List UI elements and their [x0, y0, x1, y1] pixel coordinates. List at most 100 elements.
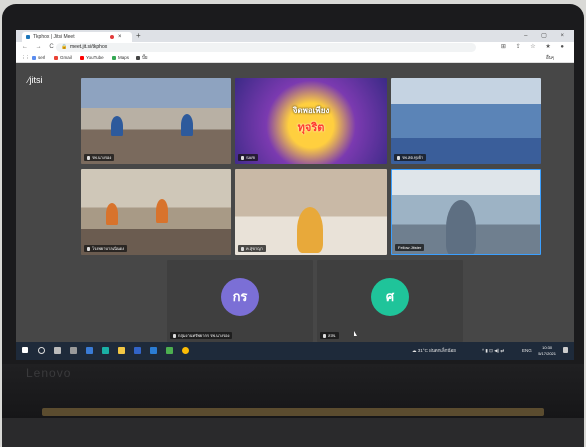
participant-label: รพ.สต.ทุ่งจ้า	[402, 155, 424, 160]
participant-label: รพ.นางรอง	[92, 155, 112, 160]
new-tab-button[interactable]: +	[136, 30, 141, 42]
youtube-icon	[80, 55, 84, 60]
participant-name: รพ.นางรอง	[84, 154, 115, 161]
language-indicator[interactable]: ENG	[522, 342, 532, 360]
video-tile[interactable]: รพ.นางรอง	[81, 78, 231, 164]
weather-widget[interactable]: ☁ 31°C ฝนตกเล็กน้อย	[412, 342, 456, 360]
jitsi-meeting-area: ⁄jitsi รพ.นางรอง จิตพอเพียง ทุจริต SARI …	[16, 63, 574, 342]
tab-close-icon[interactable]: ×	[118, 32, 122, 42]
apps-grid-icon[interactable]: ⋮⋮	[21, 53, 30, 62]
participant-name: ค.สุขาญา	[238, 245, 266, 252]
gmail-icon	[54, 55, 58, 60]
participant-label: ค.สุขาญา	[246, 246, 263, 251]
weather-text: 31°C ฝนตกเล็กน้อย	[417, 348, 456, 353]
logo-text: jitsi	[29, 75, 43, 85]
participant-avatar: ศ	[371, 278, 409, 316]
tab-title: Tkphox | Jitsi Meet	[33, 34, 75, 40]
participant-label: กลุ่มงานทรัพยากร รพ.นางรอง	[178, 333, 230, 338]
lock-icon: 🔒	[61, 44, 68, 50]
video-tile[interactable]: ค.สุขาญา	[235, 169, 387, 255]
video-tile[interactable]: รพ.สต.ทุ่งจ้า	[391, 78, 541, 164]
clock-date: 5/17/2021	[538, 351, 556, 356]
participant-name: กลุ่มงานทรัพยากร รพ.นางรอง	[170, 332, 233, 339]
participant-figure	[156, 199, 168, 223]
mail-icon[interactable]	[150, 347, 157, 354]
windows-taskbar: ☁ 31°C ฝนตกเล็กน้อย ^ ▮ ⊡ ◀) ⇄ ENG 10:30…	[16, 342, 574, 360]
widgets-icon[interactable]	[70, 347, 77, 354]
laptop-frame: Tkphox | Jitsi Meet × + – ▢ × ← → C 🔒 me…	[2, 4, 584, 447]
recording-dot-icon	[110, 35, 114, 39]
jitsi-favicon-icon	[26, 35, 30, 39]
bookmark-item[interactable]: serl	[32, 53, 45, 62]
participant-label: สสจ.	[328, 333, 337, 338]
extension-icons[interactable]: ⊞ ⇪ ☆ ★ ●	[501, 42, 568, 53]
participant-label: Fellow Jitster	[398, 245, 422, 250]
mic-icon	[241, 155, 244, 160]
laptop-hinge	[42, 408, 544, 416]
participant-label: SARI	[246, 155, 256, 160]
bookmark-label: YouTube	[86, 55, 104, 60]
mouse-cursor-icon	[354, 331, 357, 336]
chrome-icon[interactable]	[182, 347, 189, 354]
participant-name: Fellow Jitster	[395, 244, 425, 251]
bookmarks-bar: ⋮⋮ serl Gmail YouTube Maps ปั๊ย อื่นๆ	[16, 53, 574, 63]
mic-icon	[397, 155, 400, 160]
globe-icon	[136, 55, 140, 60]
participant-figure	[297, 207, 323, 253]
bookmark-icon	[32, 55, 36, 60]
windows-start-icon[interactable]	[22, 347, 28, 353]
mic-icon	[323, 333, 326, 338]
poster-title: จิตพอเพียง	[292, 106, 330, 115]
taskbar-clock[interactable]: 10:30 5/17/2021	[538, 345, 556, 357]
edge-icon[interactable]	[102, 347, 109, 354]
participant-name: SARI	[238, 154, 259, 161]
mic-icon	[87, 155, 90, 160]
browser-toolbar: ← → C 🔒 meet.jit.si/tkphox ⊞ ⇪ ☆ ★ ●	[16, 42, 574, 53]
laptop-base	[2, 418, 584, 447]
participant-name: โรงพยาบาลเนินดง	[84, 245, 128, 252]
bookmark-item[interactable]: YouTube	[80, 53, 104, 62]
participant-figure	[111, 116, 123, 136]
bookmark-item[interactable]: ปั๊ย	[136, 53, 148, 62]
maps-icon	[112, 55, 116, 60]
video-tile[interactable]: โรงพยาบาลเนินดง	[81, 169, 231, 255]
other-bookmarks[interactable]: อื่นๆ	[546, 53, 554, 62]
jitsi-logo: ⁄jitsi	[28, 75, 43, 85]
mic-icon	[87, 246, 90, 251]
app-icon[interactable]	[166, 347, 173, 354]
bookmark-label: Maps	[118, 55, 130, 60]
participant-avatar: กร	[221, 278, 259, 316]
participant-label: โรงพยาบาลเนินดง	[92, 246, 125, 251]
video-tile[interactable]: จิตพอเพียง ทุจริต SARI	[235, 78, 387, 164]
window-controls[interactable]: – ▢ ×	[524, 30, 570, 42]
laptop-screen: Tkphox | Jitsi Meet × + – ▢ × ← → C 🔒 me…	[16, 30, 574, 360]
task-view-icon[interactable]	[54, 347, 61, 354]
notification-icon[interactable]	[563, 347, 568, 353]
system-tray-icons[interactable]: ^ ▮ ⊡ ◀) ⇄	[482, 342, 504, 360]
participant-figure	[446, 200, 476, 254]
app-icon[interactable]	[86, 347, 93, 354]
video-tile-avatar[interactable]: ศ สสจ.	[317, 260, 463, 342]
nav-buttons[interactable]: ← → C	[22, 42, 57, 53]
poster-subtitle: ทุจริต	[297, 122, 325, 134]
mic-icon	[173, 333, 176, 338]
participant-name: รพ.สต.ทุ่งจ้า	[394, 154, 427, 161]
browser-tab[interactable]: Tkphox | Jitsi Meet ×	[22, 32, 132, 42]
bookmark-item[interactable]: Maps	[112, 53, 129, 62]
bookmark-item[interactable]: Gmail	[54, 53, 72, 62]
address-bar[interactable]: 🔒 meet.jit.si/tkphox	[56, 43, 476, 52]
file-explorer-icon[interactable]	[118, 347, 125, 354]
bookmark-label: serl	[38, 55, 46, 60]
store-icon[interactable]	[134, 347, 141, 354]
mic-icon	[241, 246, 244, 251]
search-icon[interactable]	[38, 347, 45, 354]
brand-logo: Lenovo	[26, 366, 72, 380]
participant-name: สสจ.	[320, 332, 340, 339]
url-text: meet.jit.si/tkphox	[70, 44, 108, 50]
participant-figure	[106, 203, 118, 225]
video-tile-avatar[interactable]: กร กลุ่มงานทรัพยากร รพ.นางรอง	[167, 260, 313, 342]
bookmark-label: ปั๊ย	[142, 55, 148, 60]
bookmark-label: Gmail	[60, 55, 72, 60]
browser-tab-bar: Tkphox | Jitsi Meet × + – ▢ ×	[16, 30, 574, 42]
video-tile-active-speaker[interactable]: Fellow Jitster	[391, 169, 541, 255]
